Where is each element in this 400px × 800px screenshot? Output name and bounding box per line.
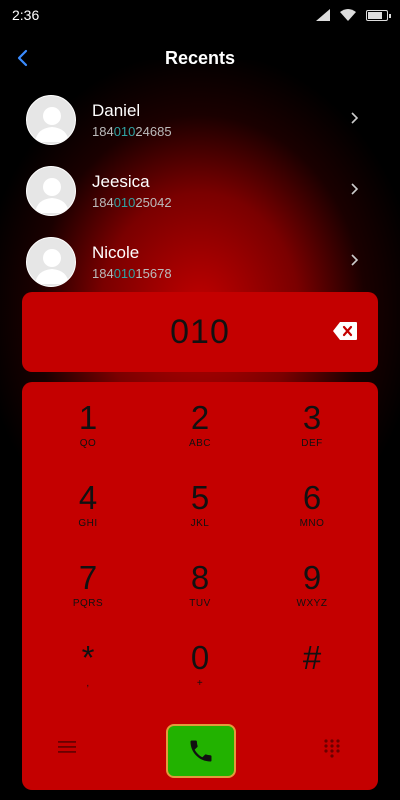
backspace-icon[interactable] — [332, 320, 358, 342]
status-icons — [316, 9, 391, 21]
key-letters: , — [86, 678, 90, 689]
key-digit: 9 — [302, 559, 322, 596]
key-0[interactable]: 0 + — [150, 640, 250, 706]
key-3[interactable]: 3 DEF — [262, 400, 362, 466]
key-star[interactable]: * , — [38, 640, 138, 706]
contact-number: 18401024685 — [92, 124, 172, 139]
number-suffix: 24685 — [135, 123, 172, 139]
number-suffix: 25042 — [135, 194, 172, 210]
avatar — [26, 165, 76, 216]
number-suffix: 15678 — [135, 265, 172, 281]
contact-name: Nicole — [92, 242, 140, 262]
dialer-actions — [22, 722, 378, 778]
key-letters: + — [196, 678, 204, 689]
recents-list: Daniel 18401024685 Jeesica 18401025042 N… — [0, 84, 400, 297]
key-letters: GHI — [78, 518, 98, 529]
contact-number: 18401015678 — [92, 266, 172, 281]
key-letters: ABC — [188, 438, 212, 449]
back-button[interactable] — [8, 44, 36, 72]
dialpad-icon[interactable] — [322, 738, 342, 760]
key-digit: 0 — [190, 639, 210, 676]
number-display: 010 — [22, 292, 378, 372]
key-digit: 4 — [78, 479, 98, 516]
number-prefix: 184 — [92, 265, 114, 281]
battery-icon — [366, 9, 391, 21]
key-digit: * — [81, 639, 95, 676]
key-digit: # — [302, 639, 322, 676]
key-letters: PQRS — [72, 598, 104, 609]
contact-name: Jeesica — [92, 171, 150, 191]
number-match: 010 — [113, 123, 136, 139]
chevron-right-icon[interactable] — [348, 252, 360, 268]
key-digit: 5 — [190, 479, 210, 516]
contact-number: 18401025042 — [92, 195, 172, 210]
list-item[interactable]: Nicole 18401015678 — [0, 226, 400, 297]
number-prefix: 184 — [92, 123, 114, 139]
key-digit: 1 — [78, 399, 98, 436]
key-digit: 8 — [190, 559, 210, 596]
list-item[interactable]: Daniel 18401024685 — [0, 84, 400, 155]
chevron-left-icon — [17, 49, 28, 67]
key-5[interactable]: 5 JKL — [150, 480, 250, 546]
person-icon — [35, 177, 69, 213]
signal-icon — [316, 9, 330, 21]
key-1[interactable]: 1 QO — [38, 400, 138, 466]
number-prefix: 184 — [92, 194, 114, 210]
avatar — [26, 236, 76, 287]
key-7[interactable]: 7 PQRS — [38, 560, 138, 626]
avatar — [26, 94, 76, 145]
call-button[interactable] — [166, 724, 236, 778]
key-letters: QO — [79, 438, 97, 449]
key-9[interactable]: 9 WXYZ — [262, 560, 362, 626]
key-letters: MNO — [299, 518, 325, 529]
header: Recents — [0, 38, 400, 78]
key-2[interactable]: 2 ABC — [150, 400, 250, 466]
menu-icon[interactable] — [56, 738, 78, 756]
key-4[interactable]: 4 GHI — [38, 480, 138, 546]
wifi-icon — [340, 9, 356, 21]
key-digit: 6 — [302, 479, 322, 516]
list-item[interactable]: Jeesica 18401025042 — [0, 155, 400, 226]
contact-info: Nicole 18401015678 — [92, 243, 172, 281]
key-digit: 7 — [78, 559, 98, 596]
key-letters: DEF — [301, 438, 323, 449]
keypad: 1 QO 2 ABC 3 DEF 4 GHI 5 JKL 6 MNO 7 PQR… — [22, 382, 378, 790]
contact-info: Jeesica 18401025042 — [92, 172, 172, 210]
contact-info: Daniel 18401024685 — [92, 101, 172, 139]
page-title: Recents — [164, 47, 236, 68]
key-letters: TUV — [189, 598, 211, 609]
key-letters: WXYZ — [296, 598, 328, 609]
key-6[interactable]: 6 MNO — [262, 480, 362, 546]
chevron-right-icon[interactable] — [348, 110, 360, 126]
contact-name: Daniel — [92, 100, 141, 120]
number-match: 010 — [113, 265, 136, 281]
person-icon — [35, 248, 69, 284]
key-8[interactable]: 8 TUV — [150, 560, 250, 626]
dialed-number: 010 — [170, 312, 230, 351]
phone-icon — [190, 740, 212, 762]
status-bar: 2:36 — [0, 0, 400, 30]
key-digit: 3 — [302, 399, 322, 436]
chevron-right-icon[interactable] — [348, 181, 360, 197]
number-match: 010 — [113, 194, 136, 210]
status-time: 2:36 — [12, 7, 40, 23]
person-icon — [35, 106, 69, 142]
key-hash[interactable]: # — [262, 640, 362, 706]
key-letters: JKL — [190, 518, 210, 529]
key-digit: 2 — [190, 399, 210, 436]
